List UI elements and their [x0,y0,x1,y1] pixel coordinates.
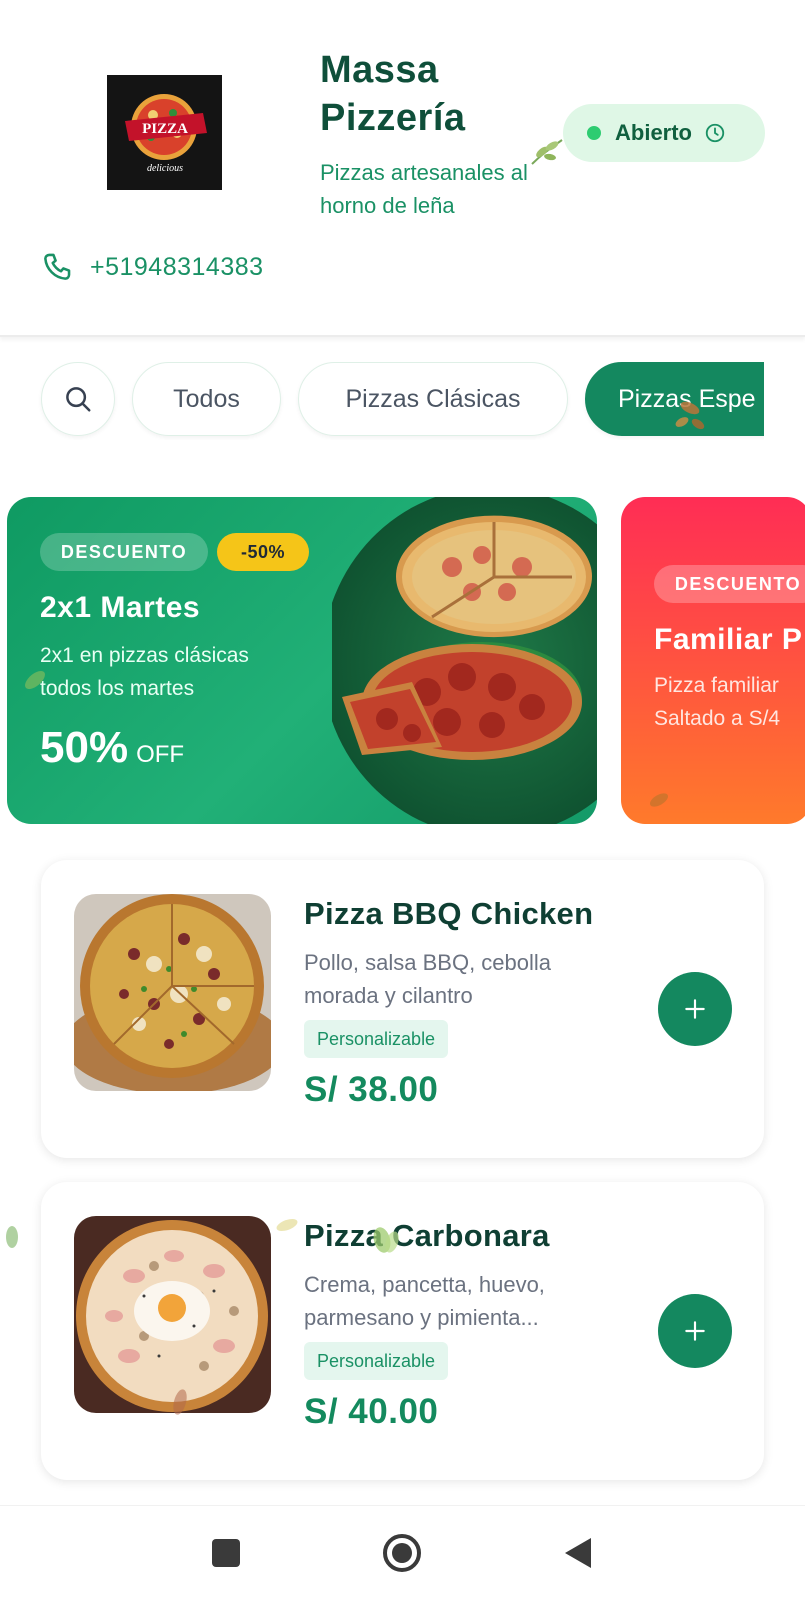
phone-link[interactable]: +51948314383 [40,250,264,284]
customizable-tag: Personalizable [304,1020,449,1058]
restaurant-name: Massa Pizzería [320,49,466,139]
back-icon [565,1538,591,1568]
category-chip-clasicas[interactable]: Pizzas Clásicas [298,362,568,436]
promo-card-familiar[interactable]: DESCUENTO Familiar P Pizza familiar Salt… [621,497,805,824]
promo-title: Familiar P [654,623,803,656]
leaf-decoration-icon [6,1226,18,1248]
leaf-decoration-icon [276,1218,298,1232]
recent-apps-button[interactable] [201,1528,251,1578]
product-description: Pollo, salsa BBQ, cebolla morada y cilan… [304,950,552,1008]
open-status-badge: Abierto [563,104,765,162]
recent-apps-icon [212,1539,240,1567]
leaf-decoration-icon [173,1389,187,1415]
phone-icon [44,253,71,280]
add-to-cart-button[interactable] [658,1294,732,1368]
promo-description: 2x1 en pizzas clásicas todos los martes [40,644,249,700]
pizza-logo-icon: PIZZA delicious [107,75,222,190]
leaf-decoration-icon [373,1227,399,1253]
plus-icon [685,1321,705,1341]
restaurant-logo: PIZZA delicious [107,75,222,190]
product-price: S/ 40.00 [304,1392,439,1431]
restaurant-header: PIZZA delicious Massa Pizzería Pizzas ar… [0,0,805,337]
promo-pizza-image [332,497,597,824]
promo-description-line-1: Pizza familiar [654,674,779,697]
pizza-photo [74,894,271,1091]
product-image [74,894,271,1091]
status-dot [587,126,601,140]
home-button[interactable] [377,1528,427,1578]
status-label: Abierto [615,120,692,145]
product-description: Crema, pancetta, huevo, parmesano y pimi… [304,1272,545,1330]
plus-icon [685,999,705,1019]
product-name: Pizza Carbonara [304,1218,550,1253]
svg-text:PIZZA: PIZZA [142,121,188,137]
category-bar: Todos Pizzas Clásicas Pizzas Espe [0,362,764,440]
leaf-decoration-icon [25,671,45,689]
category-chip-todos[interactable]: Todos [132,362,281,436]
product-image [74,1216,271,1413]
promo-tag: DESCUENTO [40,533,208,571]
promo-off-label: OFF [136,741,185,768]
svg-text:delicious: delicious [147,163,183,174]
promo-description-line-2: Saltado a S/4 [654,707,781,730]
discount-badge: -50% [217,533,309,571]
phone-number: +51948314383 [90,252,264,281]
promo-off: 50% OFF [40,723,184,773]
promo-off-value: 50% [40,723,129,772]
leaf-decoration-icon [531,139,563,165]
restaurant-tagline: Pizzas artesanales al horno de leña [320,160,528,218]
product-price: S/ 38.00 [304,1070,439,1109]
promo-title: 2x1 Martes [40,591,201,624]
clock-icon [705,123,725,143]
search-icon [66,387,91,412]
leaf-decoration-icon [649,793,669,807]
leaf-decoration-icon [675,401,705,430]
system-navigation-bar [0,1505,805,1600]
promo-card-2x1[interactable]: DESCUENTO -50% 2x1 Martes 2x1 en pizzas … [7,497,597,824]
product-name: Pizza BBQ Chicken [304,896,594,931]
home-icon [383,1534,421,1572]
promo-tag: DESCUENTO [654,565,805,603]
customizable-tag: Personalizable [304,1342,449,1380]
back-button[interactable] [553,1528,603,1578]
search-button[interactable] [41,362,115,436]
product-card[interactable]: Pizza BBQ Chicken Pollo, salsa BBQ, cebo… [41,860,764,1158]
add-to-cart-button[interactable] [658,972,732,1046]
pizza-photo [74,1216,271,1413]
